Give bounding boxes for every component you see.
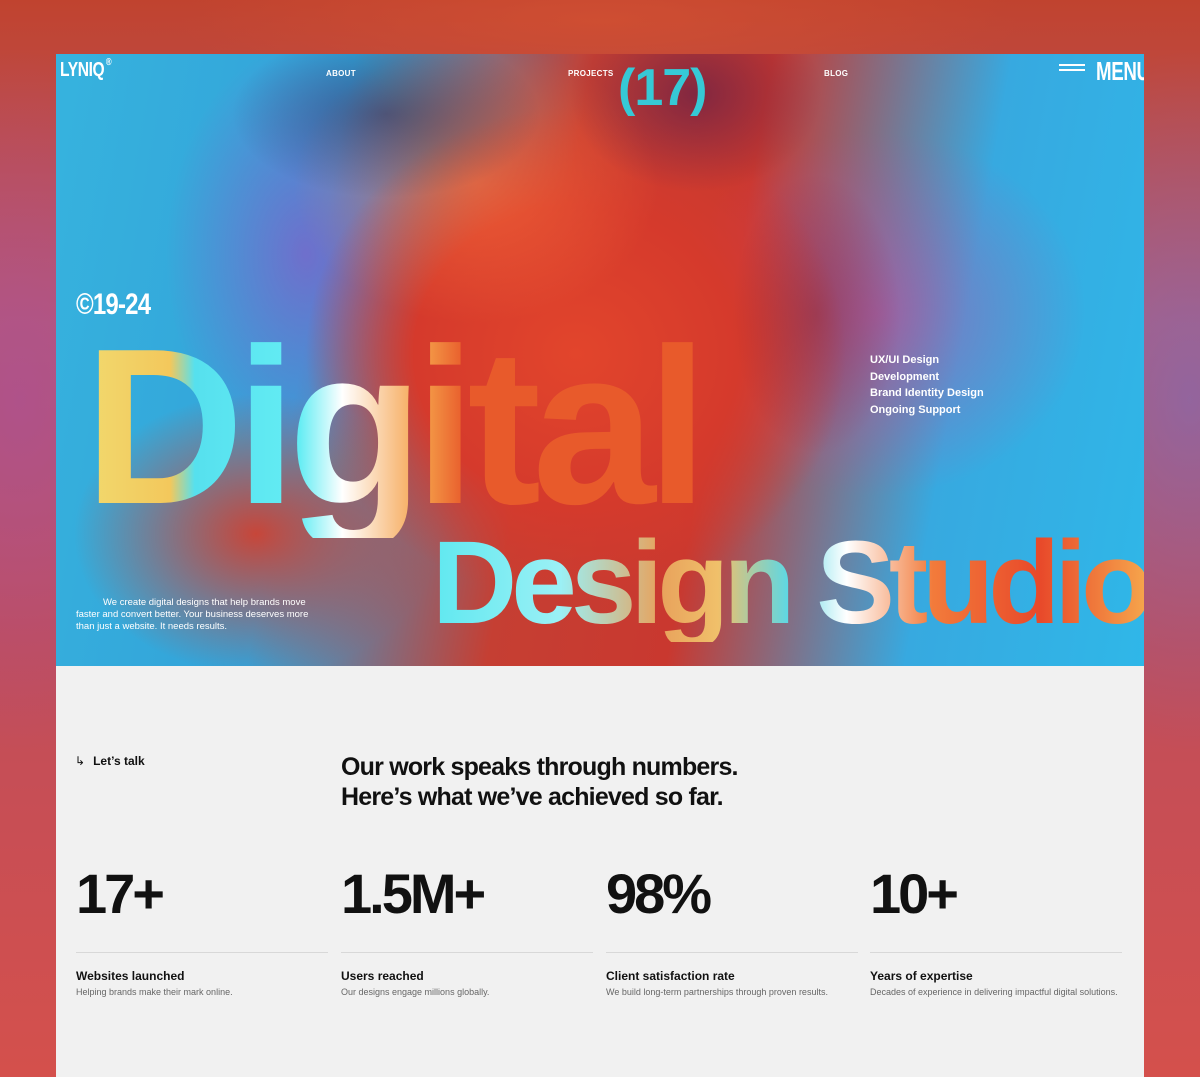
logo[interactable]: LYNIQ ® <box>60 57 112 82</box>
stats-intro-line: Here’s what we’ve achieved so far. <box>341 783 724 811</box>
divider <box>76 952 328 953</box>
logo-text: LYNIQ <box>60 59 105 81</box>
arrow-down-right-icon: ↳ <box>75 754 86 768</box>
stat-label: Users reached <box>341 969 424 983</box>
stat-websites: 17+ Websites launched Helping brands mak… <box>76 862 328 997</box>
hamburger-icon[interactable] <box>1059 64 1085 72</box>
nav-projects[interactable]: PROJECTS <box>568 69 614 78</box>
headline-digital: Digital <box>84 303 708 551</box>
stat-label: Websites launched <box>76 969 185 983</box>
lets-talk-label: Let’s talk <box>93 754 145 768</box>
stat-users: 1.5M+ Users reached Our designs engage m… <box>341 862 593 997</box>
stat-desc: We build long-term partnerships through … <box>606 987 828 997</box>
stat-label: Client satisfaction rate <box>606 969 735 983</box>
stat-value: 1.5M+ <box>341 862 486 925</box>
stat-value: 17+ <box>76 862 165 925</box>
registered-mark: ® <box>105 57 112 68</box>
service-item: Ongoing Support <box>870 403 961 416</box>
service-item: UX/UI Design <box>870 354 940 366</box>
nav-about[interactable]: ABOUT <box>326 69 356 78</box>
stats-intro: Our work speaks through numbers. Here’s … <box>341 752 739 812</box>
lets-talk-link[interactable]: ↳ Let’s talk <box>75 754 145 768</box>
services-list: UX/UI Design Development Brand Identity … <box>870 352 984 418</box>
stat-label: Years of expertise <box>870 969 973 983</box>
stat-value: 98% <box>606 862 712 925</box>
projects-count: (17) <box>618 59 707 117</box>
service-item: Development <box>870 370 940 383</box>
hero-tagline: We create digital designs that help bran… <box>76 597 309 632</box>
stat-satisfaction: 98% Client satisfaction rate We build lo… <box>606 862 858 997</box>
stat-desc: Helping brands make their mark online. <box>76 987 233 997</box>
website-frame: LYNIQ® ABOUT PROJECTS (17) BLOG MENU ©19… <box>56 54 1144 1077</box>
stat-years: 10+ Years of expertise Decades of experi… <box>870 862 1122 997</box>
nav-blog[interactable]: BLOG <box>824 69 848 78</box>
divider <box>870 952 1122 953</box>
stats-intro-line: Our work speaks through numbers. <box>341 753 739 781</box>
hero-section: LYNIQ® ABOUT PROJECTS (17) BLOG MENU ©19… <box>56 54 1144 666</box>
service-item: Brand Identity Design <box>870 387 984 399</box>
stat-desc: Our designs engage millions globally. <box>341 987 490 997</box>
divider <box>341 952 593 953</box>
stat-value: 10+ <box>870 862 959 925</box>
stat-desc: Decades of experience in delivering impa… <box>870 987 1118 997</box>
headline-design-studio: Design Studio <box>432 524 1144 642</box>
menu-button[interactable]: MENU <box>1096 56 1144 87</box>
divider <box>606 952 858 953</box>
